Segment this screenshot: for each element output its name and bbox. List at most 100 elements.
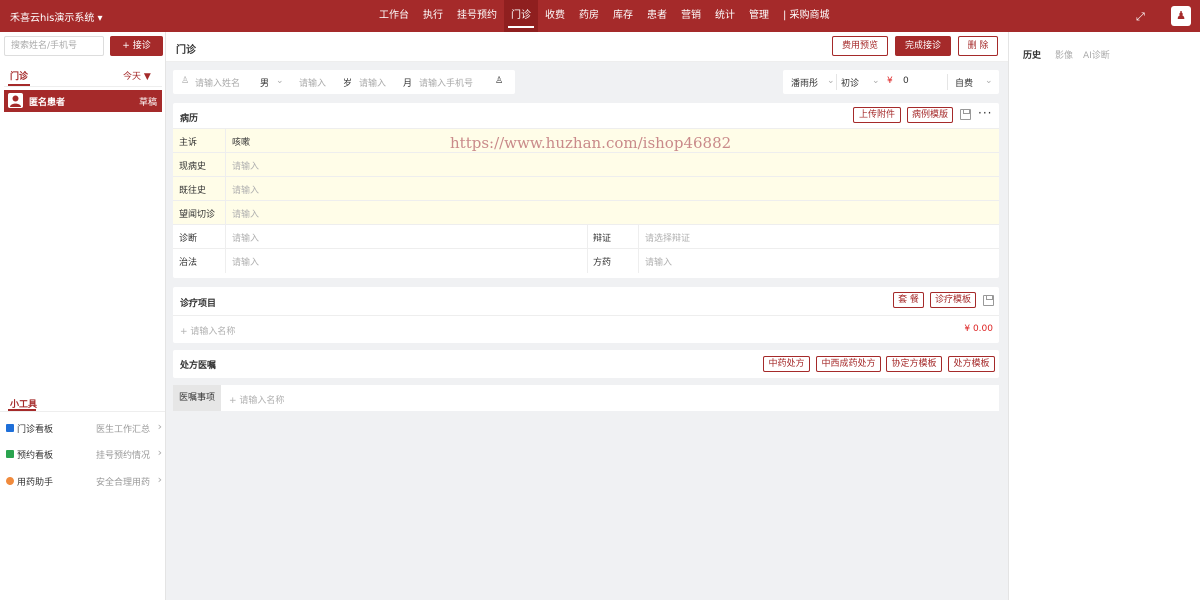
date-filter[interactable]: 今天 ▼ xyxy=(123,69,151,82)
divider xyxy=(225,177,226,201)
patient-search-input[interactable] xyxy=(4,36,104,56)
patient-avatar-icon xyxy=(8,93,23,108)
nav-item-marketing[interactable]: 营销 xyxy=(674,0,708,32)
record-label: 诊断 xyxy=(179,234,198,244)
save-icon[interactable] xyxy=(960,109,971,120)
complaint-field[interactable]: 咳嗽 xyxy=(232,135,250,148)
main-nav: 工作台 执行 挂号预约 门诊 收费 药房 库存 患者 营销 统计 管理 | 采购… xyxy=(372,0,837,32)
tool-hint: 挂号预约情况 xyxy=(95,451,150,461)
left-panel: + 接诊 门诊 今天 ▼ 匿名患者 草稿 小工具 门诊看板 医生工作汇总 › 预… xyxy=(0,32,166,600)
delete-button[interactable]: 删 除 xyxy=(958,36,998,56)
fee-input[interactable]: 0 xyxy=(903,76,909,86)
herbal-prescription-button[interactable]: 中药处方 xyxy=(763,356,810,372)
save-icon[interactable] xyxy=(983,295,994,306)
nav-item-mall[interactable]: | 采购商城 xyxy=(776,0,837,32)
tool-appointment-board[interactable]: 预约看板 挂号预约情况 › xyxy=(6,446,164,463)
prescription-template-button[interactable]: 处方模板 xyxy=(948,356,995,372)
visit-info-bar: 潘雨彤 ⌄ 初诊 ⌄ ¥ 0 自费 ⌄ xyxy=(783,70,999,94)
fullscreen-icon[interactable]: ⤢ xyxy=(1136,10,1145,24)
doctor-select[interactable]: 潘雨彤 xyxy=(791,76,818,89)
tool-label: 预约看板 xyxy=(17,451,54,461)
nav-item-statistics[interactable]: 统计 xyxy=(708,0,742,32)
currency-symbol: ¥ xyxy=(887,76,893,86)
formula-field[interactable]: 请输入 xyxy=(645,255,672,268)
items-title: 诊疗项目 xyxy=(180,299,217,309)
app-title[interactable]: 禾喜云his演示系统 ▾ xyxy=(10,9,103,24)
patient-info-bar: ♙ 请输入姓名 男 ⌄ 请输入 岁 请输入 月 请输入手机号 ♙ xyxy=(173,70,515,94)
patient-status-badge: 草稿 xyxy=(138,98,157,108)
age-input[interactable]: 请输入 xyxy=(299,76,326,89)
divider xyxy=(173,315,999,316)
age-unit: 岁 xyxy=(343,79,353,89)
record-row-diagnosis: 诊断 请输入 辩证 请选择辩证 xyxy=(173,224,999,249)
divider xyxy=(225,129,226,153)
treatment-template-button[interactable]: 诊疗模板 xyxy=(930,292,976,308)
top-bar: 禾喜云his演示系统 ▾ 工作台 执行 挂号预约 门诊 收费 药房 库存 患者 … xyxy=(0,0,1200,32)
syndrome-select[interactable]: 请选择辩证 xyxy=(645,231,690,244)
tool-outpatient-board[interactable]: 门诊看板 医生工作汇总 › xyxy=(6,420,164,437)
phone-input[interactable]: 请输入手机号 xyxy=(419,76,473,89)
tab-imaging[interactable]: 影像 xyxy=(1055,48,1073,61)
chevron-down-icon: ⌄ xyxy=(985,76,993,86)
tool-medication-assistant[interactable]: 用药助手 安全合理用药 › xyxy=(4,473,164,490)
agreement-template-button[interactable]: 协定方模板 xyxy=(886,356,942,372)
tab-ai-diagnosis[interactable]: AI诊断 xyxy=(1083,48,1110,61)
complete-visit-button[interactable]: 完成接诊 xyxy=(895,36,951,56)
user-avatar[interactable]: ♟ xyxy=(1171,6,1191,26)
divider xyxy=(225,225,226,249)
present-history-field[interactable]: 请输入 xyxy=(232,159,259,172)
nav-item-workbench[interactable]: 工作台 xyxy=(372,0,416,32)
upload-attachment-button[interactable]: 上传附件 xyxy=(853,107,901,123)
patent-medicine-button[interactable]: 中西成药处方 xyxy=(816,356,881,372)
record-label: 治法 xyxy=(179,258,198,268)
divider xyxy=(587,249,588,273)
tab-outpatient[interactable]: 门诊 xyxy=(10,69,28,82)
nav-item-pharmacy[interactable]: 药房 xyxy=(572,0,606,32)
fee-preview-button[interactable]: 费用预览 xyxy=(832,36,888,56)
treatment-items-card: 诊疗项目 套 餐 诊疗模板 + 请输入名称 ¥ 0.00 xyxy=(173,287,999,343)
record-label: 主诉 xyxy=(179,138,198,148)
diagnosis-field[interactable]: 请输入 xyxy=(232,231,259,244)
receive-button[interactable]: + 接诊 xyxy=(110,36,163,56)
nav-item-execute[interactable]: 执行 xyxy=(416,0,450,32)
more-icon[interactable]: ··· xyxy=(978,107,992,119)
pay-type-select[interactable]: 自费 xyxy=(955,76,973,89)
add-item-input[interactable]: + 请输入名称 xyxy=(180,324,235,337)
patient-list-item[interactable]: 匿名患者 草稿 xyxy=(4,90,162,112)
nav-item-charge[interactable]: 收费 xyxy=(538,0,572,32)
examination-field[interactable]: 请输入 xyxy=(232,207,259,220)
record-row-examination: 望闻切诊 请输入 xyxy=(173,200,999,225)
tool-label: 门诊看板 xyxy=(17,425,54,435)
advice-input[interactable]: + 请输入名称 xyxy=(229,393,284,406)
divider xyxy=(587,225,588,249)
chevron-right-icon: › xyxy=(157,446,162,459)
record-row-past-history: 既往史 请输入 xyxy=(173,176,999,201)
month-input[interactable]: 请输入 xyxy=(359,76,386,89)
record-title: 病历 xyxy=(180,114,199,124)
contact-icon[interactable]: ♙ xyxy=(495,76,503,86)
record-label: 现病史 xyxy=(179,162,207,172)
treatment-field[interactable]: 请输入 xyxy=(232,255,259,268)
divider xyxy=(4,86,162,87)
divider xyxy=(638,225,639,249)
user-icon: ♙ xyxy=(181,76,190,86)
caret-down-icon: ▾ xyxy=(97,13,103,24)
gender-select[interactable]: 男 xyxy=(260,76,269,89)
past-history-field[interactable]: 请输入 xyxy=(232,183,259,196)
nav-item-outpatient[interactable]: 门诊 xyxy=(504,0,538,32)
tool-label: 用药助手 xyxy=(17,478,54,488)
nav-item-inventory[interactable]: 库存 xyxy=(606,0,640,32)
month-unit: 月 xyxy=(403,79,413,89)
nav-item-patients[interactable]: 患者 xyxy=(640,0,674,32)
visit-type-select[interactable]: 初诊 xyxy=(841,76,859,89)
name-input[interactable]: 请输入姓名 xyxy=(195,76,240,89)
record-template-button[interactable]: 病例模版 xyxy=(907,107,953,123)
right-panel: 历史 影像 AI诊断 xyxy=(1008,32,1200,600)
nav-item-manage[interactable]: 管理 xyxy=(742,0,776,32)
medical-record-card: 病历 上传附件 病例模版 ··· 主诉 咳嗽 现病史 请输入 既往史 请输入 望… xyxy=(173,103,999,278)
tab-history[interactable]: 历史 xyxy=(1023,48,1041,61)
package-button[interactable]: 套 餐 xyxy=(893,292,924,308)
divider xyxy=(638,249,639,273)
nav-item-registration[interactable]: 挂号预约 xyxy=(450,0,504,32)
divider xyxy=(225,153,226,177)
